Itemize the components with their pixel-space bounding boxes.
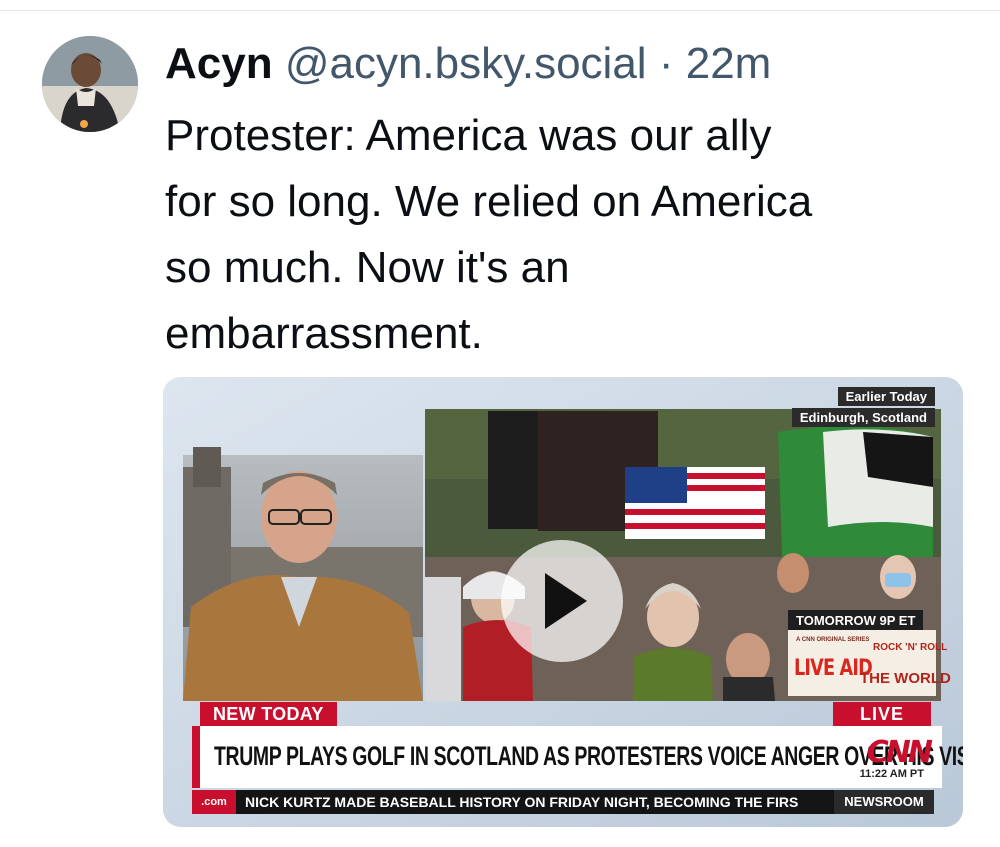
post-text-line: for so long. We relied on America xyxy=(165,177,813,226)
promo-rock-roll: ROCK 'N' ROLL xyxy=(873,642,948,653)
top-divider xyxy=(0,10,1000,11)
post-text-line: so much. Now it's an xyxy=(165,243,570,292)
post-text-line: embarrassment. xyxy=(165,309,483,358)
live-tag: LIVE xyxy=(833,702,931,726)
ticker-text: NICK KURTZ MADE BASEBALL HISTORY ON FRID… xyxy=(245,794,799,810)
cnn-logo: CNN xyxy=(866,735,933,770)
headline-bar: TRUMP PLAYS GOLF IN SCOTLAND AS PROTESTE… xyxy=(192,726,963,788)
play-icon[interactable] xyxy=(501,540,623,662)
post-text-line: Protester: America was our ally xyxy=(165,111,772,160)
avatar-image xyxy=(42,36,138,132)
ticker-dotcom: .com xyxy=(192,790,236,814)
post-text: Protester: America was our ally for so l… xyxy=(165,103,965,367)
news-ticker: .com NICK KURTZ MADE BASEBALL HISTORY ON… xyxy=(192,790,934,814)
promo-series-label: A CNN ORIGINAL SERIES xyxy=(796,637,870,643)
avatar[interactable] xyxy=(42,36,138,132)
ticker-show-name: NEWSROOM xyxy=(834,790,934,814)
video-embed[interactable]: Earlier Today Edinburgh, Scotland TOMORR… xyxy=(163,377,963,827)
post-header: Acyn @acyn.bsky.social · 22m xyxy=(165,36,771,92)
separator-dot: · xyxy=(658,39,674,88)
broadcast-clock: 11:22 AM PT xyxy=(859,768,924,780)
post-time[interactable]: 22m xyxy=(686,39,772,88)
headline-text: TRUMP PLAYS GOLF IN SCOTLAND AS PROTESTE… xyxy=(214,741,963,771)
live-aid-promo: A CNN ORIGINAL SERIES LIVE AID ROCK 'N' … xyxy=(788,630,951,696)
earlier-today-label: Earlier Today xyxy=(837,387,935,406)
location-label: Edinburgh, Scotland xyxy=(791,408,935,427)
new-today-tag: NEW TODAY xyxy=(200,702,337,726)
promo-the-world: THE WORLD xyxy=(860,670,951,687)
author-handle[interactable]: @acyn.bsky.social xyxy=(285,39,647,88)
author-name[interactable]: Acyn xyxy=(165,39,273,88)
tomorrow-label: TOMORROW 9P ET xyxy=(788,610,924,631)
